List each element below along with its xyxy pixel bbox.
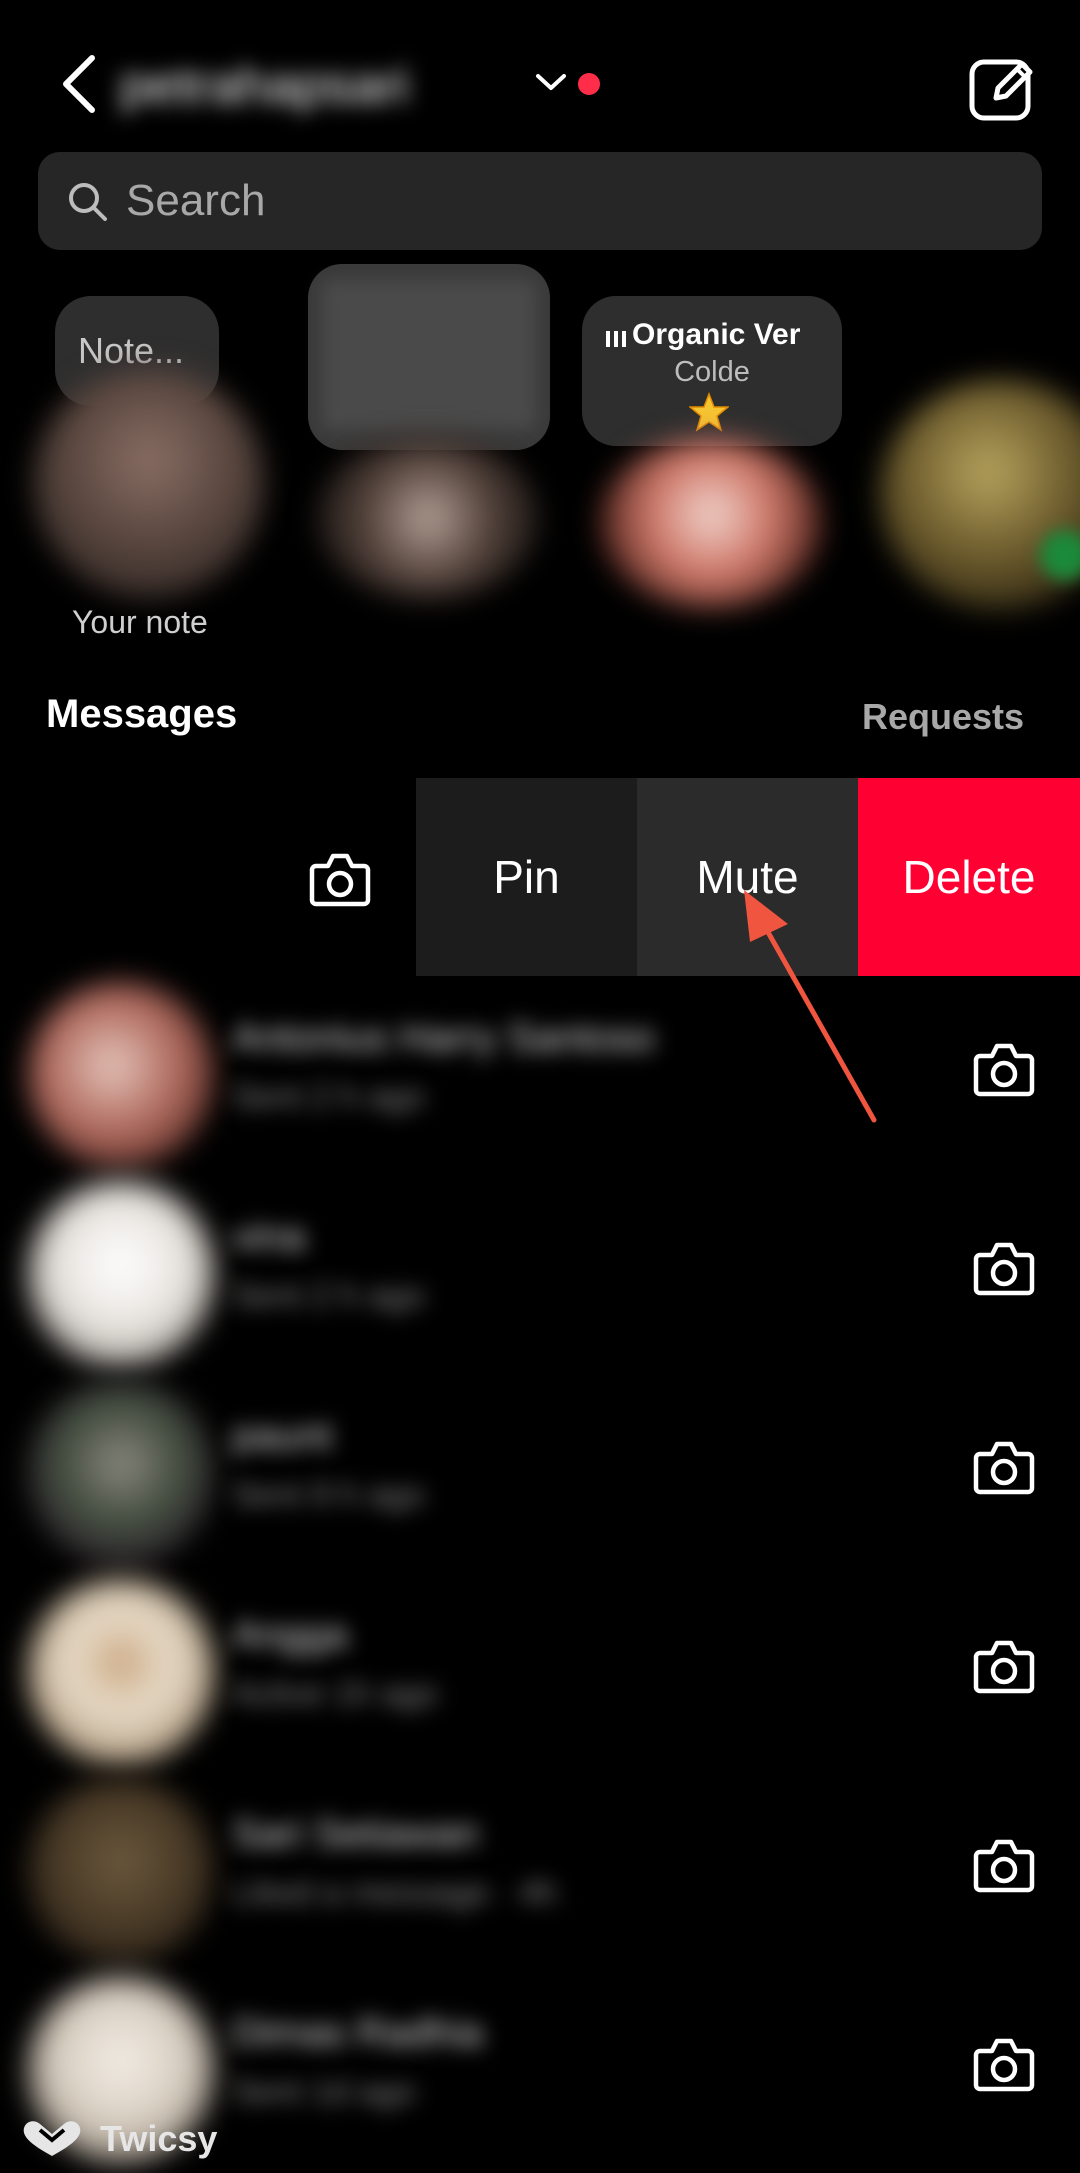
camera-icon[interactable] <box>972 1237 1036 1297</box>
camera-icon[interactable] <box>972 1834 1036 1894</box>
camera-icon[interactable] <box>972 2033 1036 2093</box>
conversation-subtitle: Sent 2 h ago <box>232 1277 425 1315</box>
my-avatar[interactable] <box>34 368 264 598</box>
compose-icon[interactable] <box>968 52 1038 122</box>
avatar <box>28 1181 214 1367</box>
my-note-label: Your note <box>72 604 208 640</box>
camera-icon[interactable] <box>972 1436 1036 1496</box>
requests-link[interactable]: Requests <box>862 696 1024 738</box>
conversation-subtitle: Sent 2 h ago <box>232 1078 425 1116</box>
conversation-name: Antonius Harry Santoso <box>232 1016 655 1060</box>
conversation-subtitle: Active 1h ago <box>232 1675 439 1713</box>
avatar <box>28 1579 214 1765</box>
search-input[interactable] <box>126 170 826 232</box>
conversation-subtitle: Sent 9 h ago <box>232 1476 425 1514</box>
conversation-row[interactable]: Sari Setiawan Liked a message · 4h <box>0 1774 1080 1974</box>
music-note-song: Organic Ver <box>632 318 801 351</box>
camera-icon[interactable] <box>972 1635 1036 1695</box>
delete-button[interactable]: Delete <box>858 778 1080 976</box>
friend-avatar[interactable] <box>318 438 538 598</box>
twicsy-logo-icon <box>23 2121 81 2156</box>
unread-indicator-dot <box>578 73 600 95</box>
watermark-text: Twicsy <box>100 2118 218 2159</box>
conversation-subtitle: Sent 1d ago <box>232 2073 416 2111</box>
conversation-row[interactable]: vina Sent 2 h ago <box>0 1177 1080 1377</box>
conversation-name: Sari Setiawan <box>232 1812 479 1856</box>
avatar <box>28 1778 214 1964</box>
messages-heading: Messages <box>46 692 238 736</box>
account-username[interactable]: petrahapsari <box>120 56 409 116</box>
camera-icon[interactable] <box>308 848 372 908</box>
search-icon <box>69 183 107 221</box>
friend-note-content <box>322 280 536 430</box>
my-note-placeholder: Note... <box>78 330 185 371</box>
avatar <box>28 982 214 1168</box>
back-arrow-icon[interactable] <box>52 52 112 116</box>
conversation-subtitle: Liked a message · 4h <box>232 1874 558 1912</box>
conversation-name: paunt <box>232 1414 333 1458</box>
conversation-name: Dimas Radhia <box>232 2011 484 2055</box>
conversation-name: Angga <box>232 1613 348 1657</box>
camera-icon[interactable] <box>972 1038 1036 1098</box>
star-emoji-icon <box>689 392 729 432</box>
conversation-row[interactable]: paunt Sent 9 h ago <box>0 1376 1080 1576</box>
friend-avatar[interactable] <box>600 438 822 608</box>
conversation-name: vina <box>232 1215 306 1259</box>
chevron-down-icon[interactable] <box>534 70 568 94</box>
conversation-row[interactable]: Antonius Harry Santoso Sent 2 h ago <box>0 978 1080 1178</box>
conversation-row[interactable]: Angga Active 1h ago <box>0 1575 1080 1775</box>
pin-button[interactable]: Pin <box>416 778 637 976</box>
avatar <box>28 1380 214 1566</box>
music-note-artist: Colde <box>674 356 750 388</box>
music-bars-icon <box>606 331 626 347</box>
